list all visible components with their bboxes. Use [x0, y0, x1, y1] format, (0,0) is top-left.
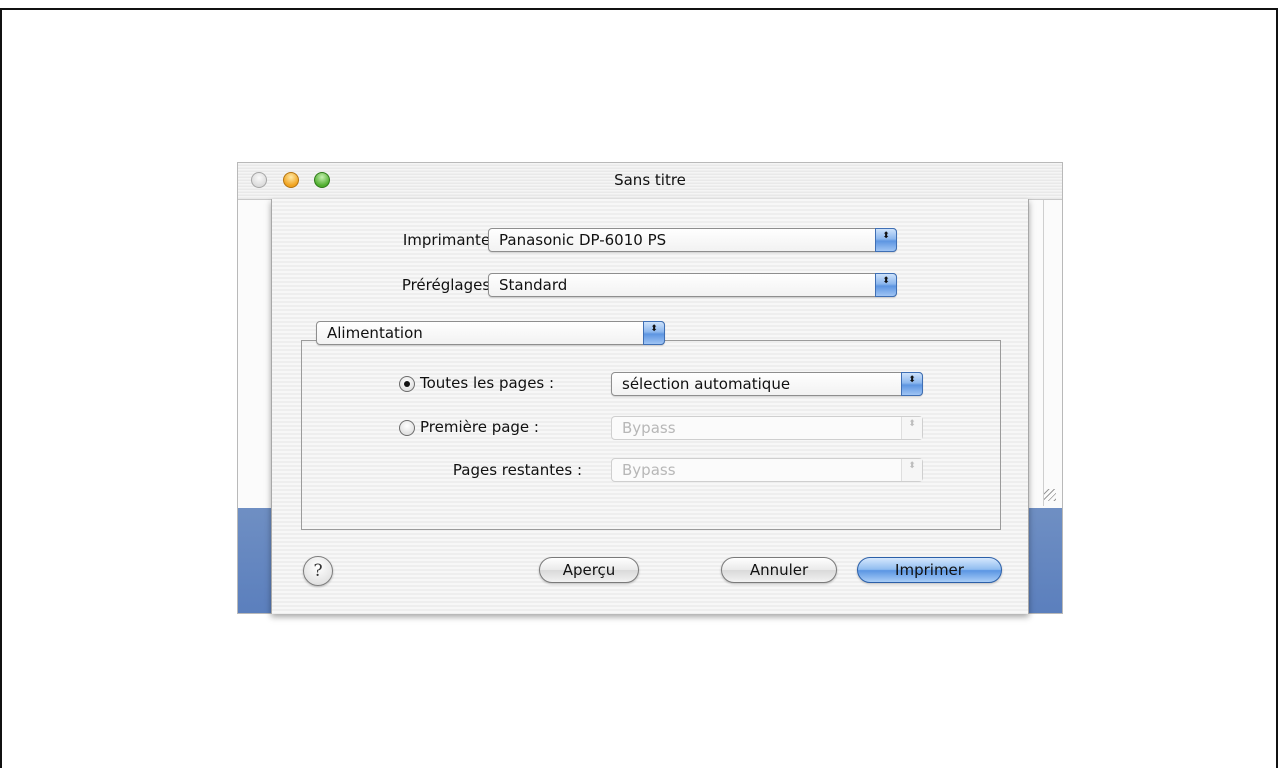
all-pages-radio[interactable]: [399, 376, 415, 392]
print-button[interactable]: Imprimer: [857, 557, 1002, 583]
remaining-pages-popup: Bypass ⬍: [611, 458, 923, 482]
first-page-radio[interactable]: [399, 420, 415, 436]
panel-menu-popup[interactable]: Alimentation ⬍: [316, 321, 665, 345]
presets-label: Préréglages :: [401, 276, 500, 294]
preview-button[interactable]: Aperçu: [539, 557, 639, 583]
first-page-popup: Bypass ⬍: [611, 416, 923, 440]
resize-grip-icon[interactable]: [1044, 489, 1056, 501]
scroll-edge: [1043, 200, 1044, 506]
all-pages-value: sélection automatique: [622, 375, 791, 393]
popup-arrows-icon: ⬍: [875, 228, 897, 252]
first-page-value: Bypass: [622, 419, 676, 437]
remaining-pages-value: Bypass: [622, 461, 676, 479]
all-pages-label[interactable]: Toutes les pages :: [420, 374, 554, 392]
printer-label: Imprimante :: [402, 231, 500, 249]
window-titlebar[interactable]: Sans titre: [238, 163, 1062, 200]
print-sheet: Imprimante : Panasonic DP-6010 PS ⬍ Prér…: [271, 199, 1029, 614]
panel-menu-value: Alimentation: [327, 324, 423, 342]
popup-arrows-icon: ⬍: [901, 459, 922, 481]
printer-value: Panasonic DP-6010 PS: [499, 231, 667, 249]
popup-arrows-icon: ⬍: [901, 372, 923, 396]
popup-arrows-icon: ⬍: [643, 321, 665, 345]
all-pages-popup[interactable]: sélection automatique ⬍: [611, 372, 923, 396]
cancel-button[interactable]: Annuler: [721, 557, 837, 583]
first-page-label[interactable]: Première page :: [420, 418, 539, 436]
presets-popup[interactable]: Standard ⬍: [488, 273, 897, 297]
popup-arrows-icon: ⬍: [901, 417, 922, 439]
help-button[interactable]: ?: [303, 556, 333, 586]
popup-arrows-icon: ⬍: [875, 273, 897, 297]
presets-value: Standard: [499, 276, 568, 294]
window-title: Sans titre: [614, 171, 686, 189]
remaining-pages-label: Pages restantes :: [452, 461, 582, 479]
printer-popup[interactable]: Panasonic DP-6010 PS ⬍: [488, 228, 897, 252]
